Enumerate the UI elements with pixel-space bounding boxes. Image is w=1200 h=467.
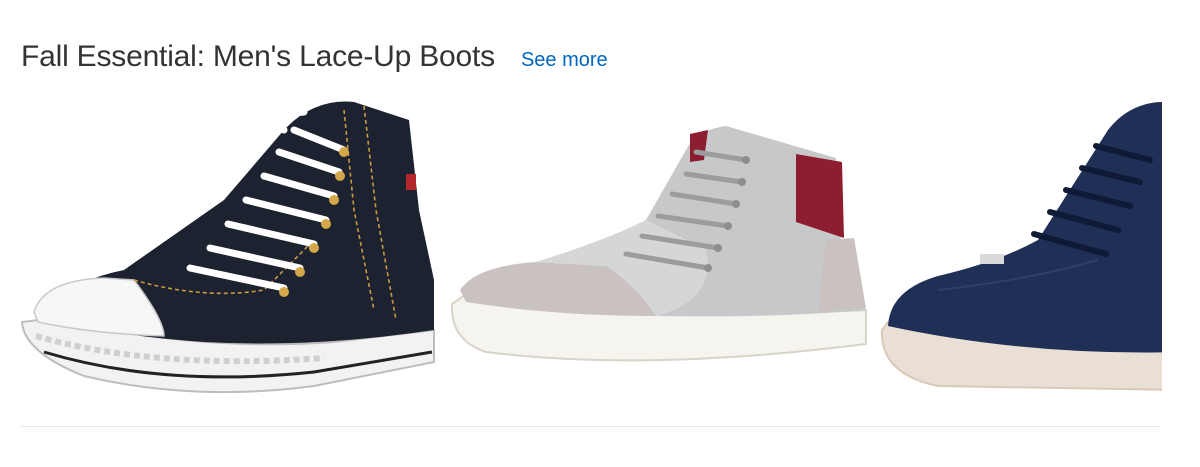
product-card-1[interactable] (14, 90, 440, 410)
product-card-3[interactable] (878, 90, 1162, 410)
product-list (0, 90, 1162, 410)
gray-burgundy-high-top-sneaker-image (450, 126, 867, 362)
navy-leather-high-top-sneaker-image (880, 102, 1162, 391)
see-more-link[interactable]: See more (521, 49, 608, 72)
product-carousel: Fall Essential: Men's Lace-Up Boots See … (0, 0, 1200, 467)
section-divider (21, 426, 1161, 427)
carousel-header: Fall Essential: Men's Lace-Up Boots See … (21, 40, 608, 90)
section-title: Fall Essential: Men's Lace-Up Boots (21, 40, 495, 73)
product-card-2[interactable] (446, 90, 872, 410)
denim-high-top-sneaker-image (20, 101, 435, 394)
